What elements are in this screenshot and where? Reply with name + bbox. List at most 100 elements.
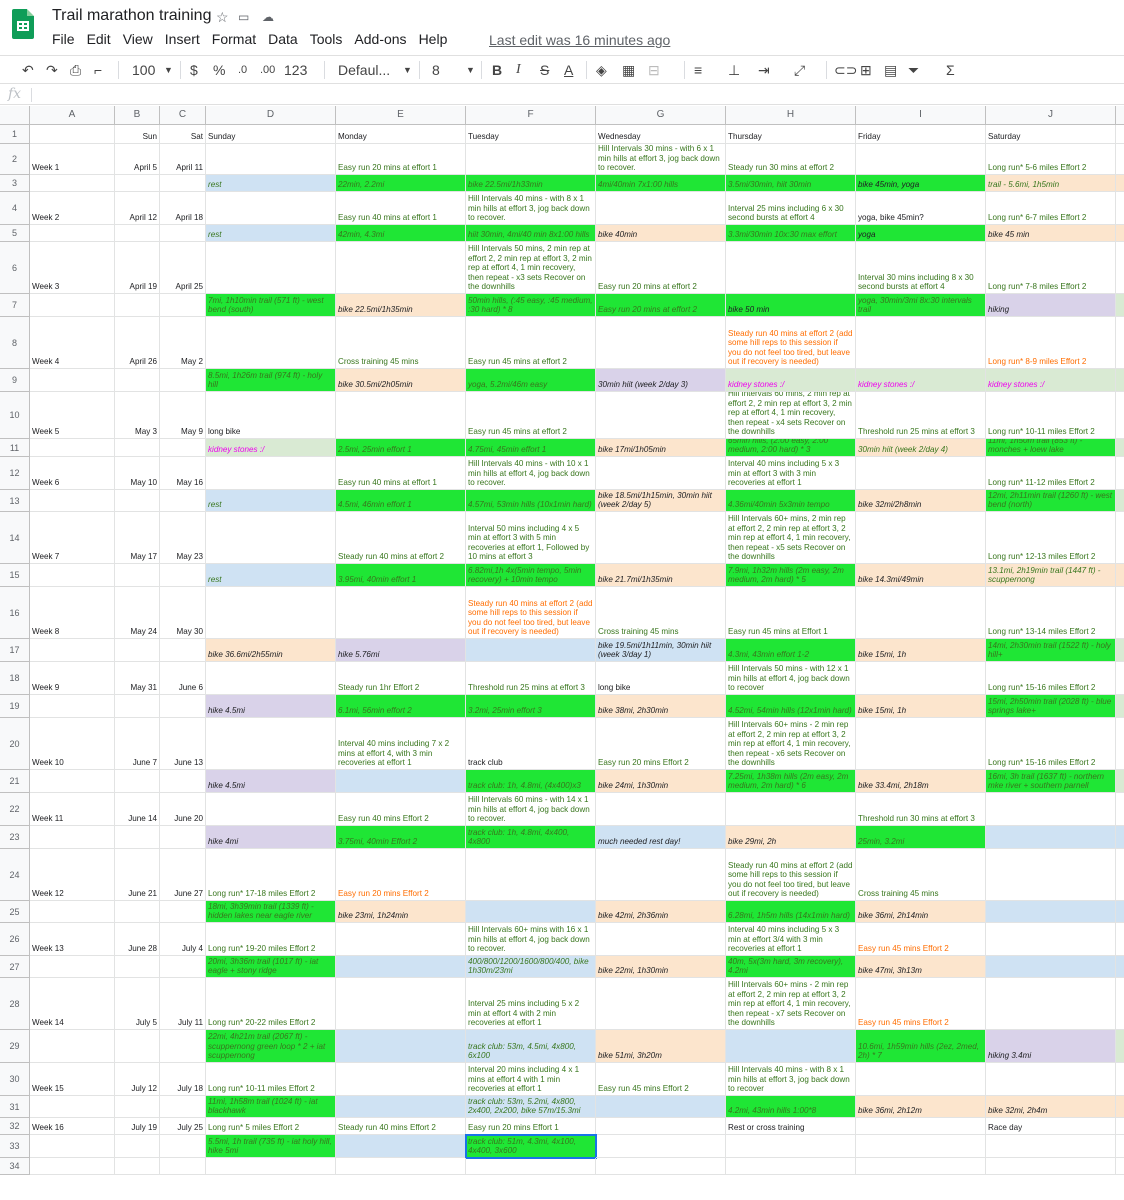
- cell-f11[interactable]: 4.75mi, 45min effort 1: [466, 439, 596, 457]
- cell-d23[interactable]: hike 4mi: [206, 826, 336, 849]
- menu-tools[interactable]: Tools: [310, 31, 343, 47]
- menu-file[interactable]: File: [52, 31, 75, 47]
- cell-g29[interactable]: bike 51mi, 3h20m: [596, 1030, 726, 1063]
- cell-d2[interactable]: [206, 144, 336, 175]
- row-header[interactable]: 14: [0, 512, 30, 564]
- cell-b32[interactable]: July 19: [115, 1118, 160, 1135]
- filter-icon[interactable]: ⏷: [908, 61, 919, 79]
- cell-j29[interactable]: hiking 3.4mi: [986, 1030, 1116, 1063]
- zoom-select[interactable]: 100: [132, 61, 155, 79]
- cell-d1[interactable]: Sunday: [206, 125, 336, 144]
- cell-i8[interactable]: [856, 317, 986, 369]
- cell-b4[interactable]: April 12: [115, 192, 160, 225]
- fill-color-icon[interactable]: ◈: [596, 61, 607, 79]
- cell-f25[interactable]: [466, 901, 596, 923]
- cell-a2[interactable]: Week 1: [30, 144, 115, 175]
- cell-g6[interactable]: Easy run 20 mins at effort 2: [596, 242, 726, 294]
- cell-e21[interactable]: [336, 770, 466, 793]
- cell-g12[interactable]: [596, 457, 726, 490]
- cell-overflow[interactable]: [1116, 923, 1124, 956]
- redo-icon[interactable]: ↷: [46, 61, 58, 79]
- row-header[interactable]: 2: [0, 144, 30, 175]
- cell-f15[interactable]: 6.82mi,1h 4x(5min tempo, 5min recovery) …: [466, 564, 596, 587]
- cell-d33[interactable]: 5.5mi, 1h trail (735 ft) - iat holy hill…: [206, 1135, 336, 1158]
- cell-h12[interactable]: Interval 40 mins including 5 x 3 min at …: [726, 457, 856, 490]
- cell-overflow[interactable]: [1116, 1096, 1124, 1118]
- cell-d32[interactable]: Long run* 5 miles Effort 2: [206, 1118, 336, 1135]
- cell-c27[interactable]: [160, 956, 206, 978]
- cell-h23[interactable]: bike 29mi, 2h: [726, 826, 856, 849]
- horizontal-align-icon[interactable]: ≡: [694, 61, 702, 79]
- cell-h31[interactable]: 4.2mi, 43min hills 1:00*8: [726, 1096, 856, 1118]
- cell-j28[interactable]: [986, 978, 1116, 1030]
- vertical-align-icon[interactable]: ⊥: [728, 61, 740, 79]
- cell-c10[interactable]: May 9: [160, 392, 206, 439]
- cell-overflow[interactable]: [1116, 587, 1124, 639]
- cell-e22[interactable]: Easy run 40 mins Effort 2: [336, 793, 466, 826]
- cell-c14[interactable]: May 23: [160, 512, 206, 564]
- cell-j11[interactable]: 11mi, 1h50m trail (853 ft) - monches + l…: [986, 439, 1116, 457]
- cell-b8[interactable]: April 26: [115, 317, 160, 369]
- cell-d13[interactable]: rest: [206, 490, 336, 512]
- cell-a5[interactable]: [30, 225, 115, 242]
- cell-f20[interactable]: track club: [466, 718, 596, 770]
- cell-f2[interactable]: [466, 144, 596, 175]
- cell-i32[interactable]: [856, 1118, 986, 1135]
- cell-overflow[interactable]: [1116, 1118, 1124, 1135]
- cell-overflow[interactable]: [1116, 770, 1124, 793]
- cell-a31[interactable]: [30, 1096, 115, 1118]
- cell-d6[interactable]: [206, 242, 336, 294]
- cell-i28[interactable]: Easy run 45 mins Effort 2: [856, 978, 986, 1030]
- cell-d9[interactable]: 8.5mi, 1h26m trail (974 ft) - holy hill: [206, 369, 336, 392]
- cell-c15[interactable]: [160, 564, 206, 587]
- cell-j16[interactable]: Long run* 13-14 miles Effort 2: [986, 587, 1116, 639]
- cell-f17[interactable]: [466, 639, 596, 662]
- cell-a8[interactable]: Week 4: [30, 317, 115, 369]
- cell-c21[interactable]: [160, 770, 206, 793]
- cell-a21[interactable]: [30, 770, 115, 793]
- cell-b2[interactable]: April 5: [115, 144, 160, 175]
- cell-g28[interactable]: [596, 978, 726, 1030]
- cell-d29[interactable]: 22mi, 4h21m trail (2067 ft) - scuppernon…: [206, 1030, 336, 1063]
- menu-insert[interactable]: Insert: [165, 31, 200, 47]
- cell-i22[interactable]: Threshold run 30 mins at effort 3: [856, 793, 986, 826]
- cell-h25[interactable]: 6.28mi, 1h5m hills (14x1min hard): [726, 901, 856, 923]
- cell-c11[interactable]: [160, 439, 206, 457]
- cell-d21[interactable]: hike 4.5mi: [206, 770, 336, 793]
- cell-h6[interactable]: [726, 242, 856, 294]
- cell-b27[interactable]: [115, 956, 160, 978]
- cell-d12[interactable]: [206, 457, 336, 490]
- cell-i11[interactable]: 30min hiit (week 2/day 4): [856, 439, 986, 457]
- cell-i31[interactable]: bike 36mi, 2h12m: [856, 1096, 986, 1118]
- cell-h16[interactable]: Easy run 45 mins at Effort 1: [726, 587, 856, 639]
- cell-d27[interactable]: 20mi, 3h36m trail (1017 ft) - iat eagle …: [206, 956, 336, 978]
- cell-g33[interactable]: [596, 1135, 726, 1158]
- row-header[interactable]: 21: [0, 770, 30, 793]
- cell-e33[interactable]: [336, 1135, 466, 1158]
- cell-e17[interactable]: hike 5.76mi: [336, 639, 466, 662]
- cell-g22[interactable]: [596, 793, 726, 826]
- cell-b33[interactable]: [115, 1135, 160, 1158]
- cell-i10[interactable]: Threshold run 25 mins at effort 3: [856, 392, 986, 439]
- row-header[interactable]: 7: [0, 294, 30, 317]
- cell-g23[interactable]: much needed rest day!: [596, 826, 726, 849]
- cell-e7[interactable]: bike 22.5mi/1h35min: [336, 294, 466, 317]
- cell-h26[interactable]: Interval 40 mins including 5 x 3 min at …: [726, 923, 856, 956]
- cell-d19[interactable]: hike 4.5mi: [206, 695, 336, 718]
- cell-c5[interactable]: [160, 225, 206, 242]
- cell-g1[interactable]: Wednesday: [596, 125, 726, 144]
- cell-overflow[interactable]: [1116, 718, 1124, 770]
- cell-e31[interactable]: [336, 1096, 466, 1118]
- cell-b19[interactable]: [115, 695, 160, 718]
- cell-a7[interactable]: [30, 294, 115, 317]
- text-rotation-icon[interactable]: ⤢: [794, 61, 805, 79]
- chevron-down-icon[interactable]: ▼: [164, 61, 173, 79]
- cell-overflow[interactable]: [1116, 639, 1124, 662]
- cell-i2[interactable]: [856, 144, 986, 175]
- cell-g20[interactable]: Easy run 20 mins Effort 2: [596, 718, 726, 770]
- cell-a30[interactable]: Week 15: [30, 1063, 115, 1096]
- cell-c25[interactable]: [160, 901, 206, 923]
- cell-overflow[interactable]: [1116, 564, 1124, 587]
- cell-overflow[interactable]: [1116, 956, 1124, 978]
- cell-e19[interactable]: 6.1mi, 56min effort 2: [336, 695, 466, 718]
